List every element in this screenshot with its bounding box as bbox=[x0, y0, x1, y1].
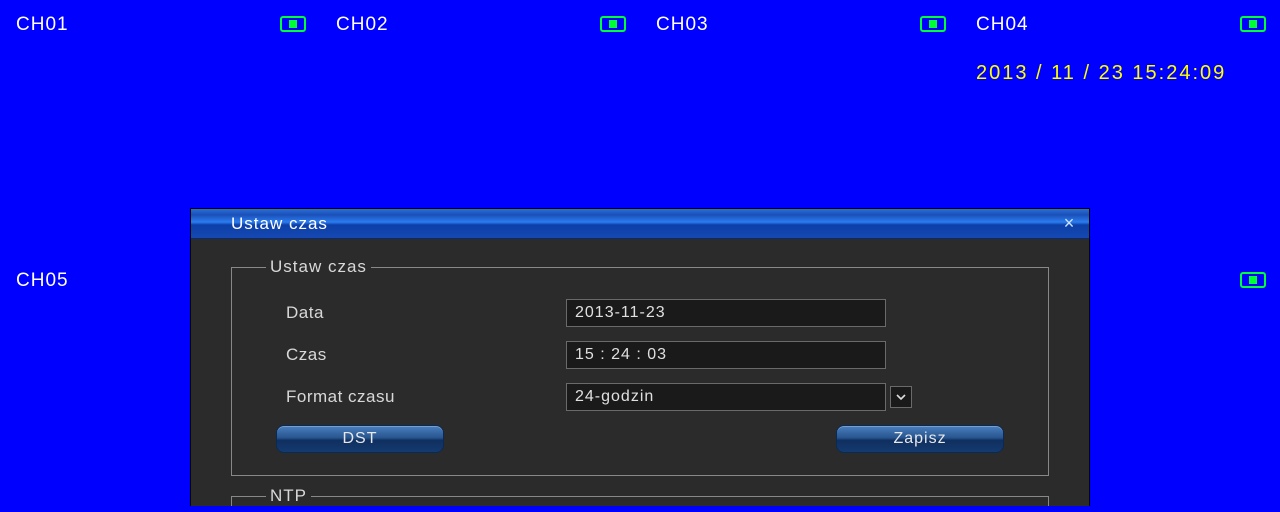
button-row: DST Zapisz bbox=[266, 425, 1014, 453]
dropdown-button[interactable] bbox=[890, 386, 912, 408]
datetime-overlay: 2013 / 11 / 23 15:24:09 bbox=[976, 62, 1226, 85]
set-time-dialog: Ustaw czas × Ustaw czas Data Czas Format… bbox=[190, 208, 1090, 506]
channel-label-ch05: CH05 bbox=[16, 270, 69, 292]
time-format-label: Format czasu bbox=[266, 387, 566, 407]
chevron-down-icon bbox=[895, 391, 907, 403]
channel-label-ch03: CH03 bbox=[656, 14, 709, 36]
channel-label-ch02: CH02 bbox=[336, 14, 389, 36]
close-icon: × bbox=[1064, 213, 1075, 233]
dialog-titlebar: Ustaw czas × bbox=[191, 209, 1089, 239]
set-time-legend: Ustaw czas bbox=[266, 257, 371, 277]
row-time-format: Format czasu 24-godzin bbox=[266, 383, 1014, 411]
row-time: Czas bbox=[266, 341, 1014, 369]
dst-button-label: DST bbox=[343, 430, 378, 448]
set-time-group: Ustaw czas Data Czas Format czasu 24-god… bbox=[231, 257, 1049, 476]
row-date: Data bbox=[266, 299, 1014, 327]
date-input[interactable] bbox=[566, 299, 886, 327]
save-button[interactable]: Zapisz bbox=[836, 425, 1004, 453]
save-button-label: Zapisz bbox=[893, 430, 946, 448]
dst-button[interactable]: DST bbox=[276, 425, 444, 453]
dialog-title: Ustaw czas bbox=[231, 214, 328, 234]
time-input[interactable] bbox=[566, 341, 886, 369]
record-icon bbox=[600, 16, 626, 32]
record-icon bbox=[920, 16, 946, 32]
record-icon bbox=[280, 16, 306, 32]
record-icon bbox=[1240, 16, 1266, 32]
record-icon bbox=[1240, 272, 1266, 288]
time-format-select[interactable]: 24-godzin bbox=[566, 383, 912, 411]
channel-label-ch01: CH01 bbox=[16, 14, 69, 36]
ntp-group: NTP bbox=[231, 486, 1049, 506]
time-format-value: 24-godzin bbox=[566, 383, 886, 411]
close-button[interactable]: × bbox=[1059, 214, 1079, 234]
ntp-legend: NTP bbox=[266, 486, 311, 506]
date-label: Data bbox=[266, 303, 566, 323]
time-label: Czas bbox=[266, 345, 566, 365]
channel-label-ch04: CH04 bbox=[976, 14, 1029, 36]
dialog-body: Ustaw czas Data Czas Format czasu 24-god… bbox=[191, 239, 1089, 506]
